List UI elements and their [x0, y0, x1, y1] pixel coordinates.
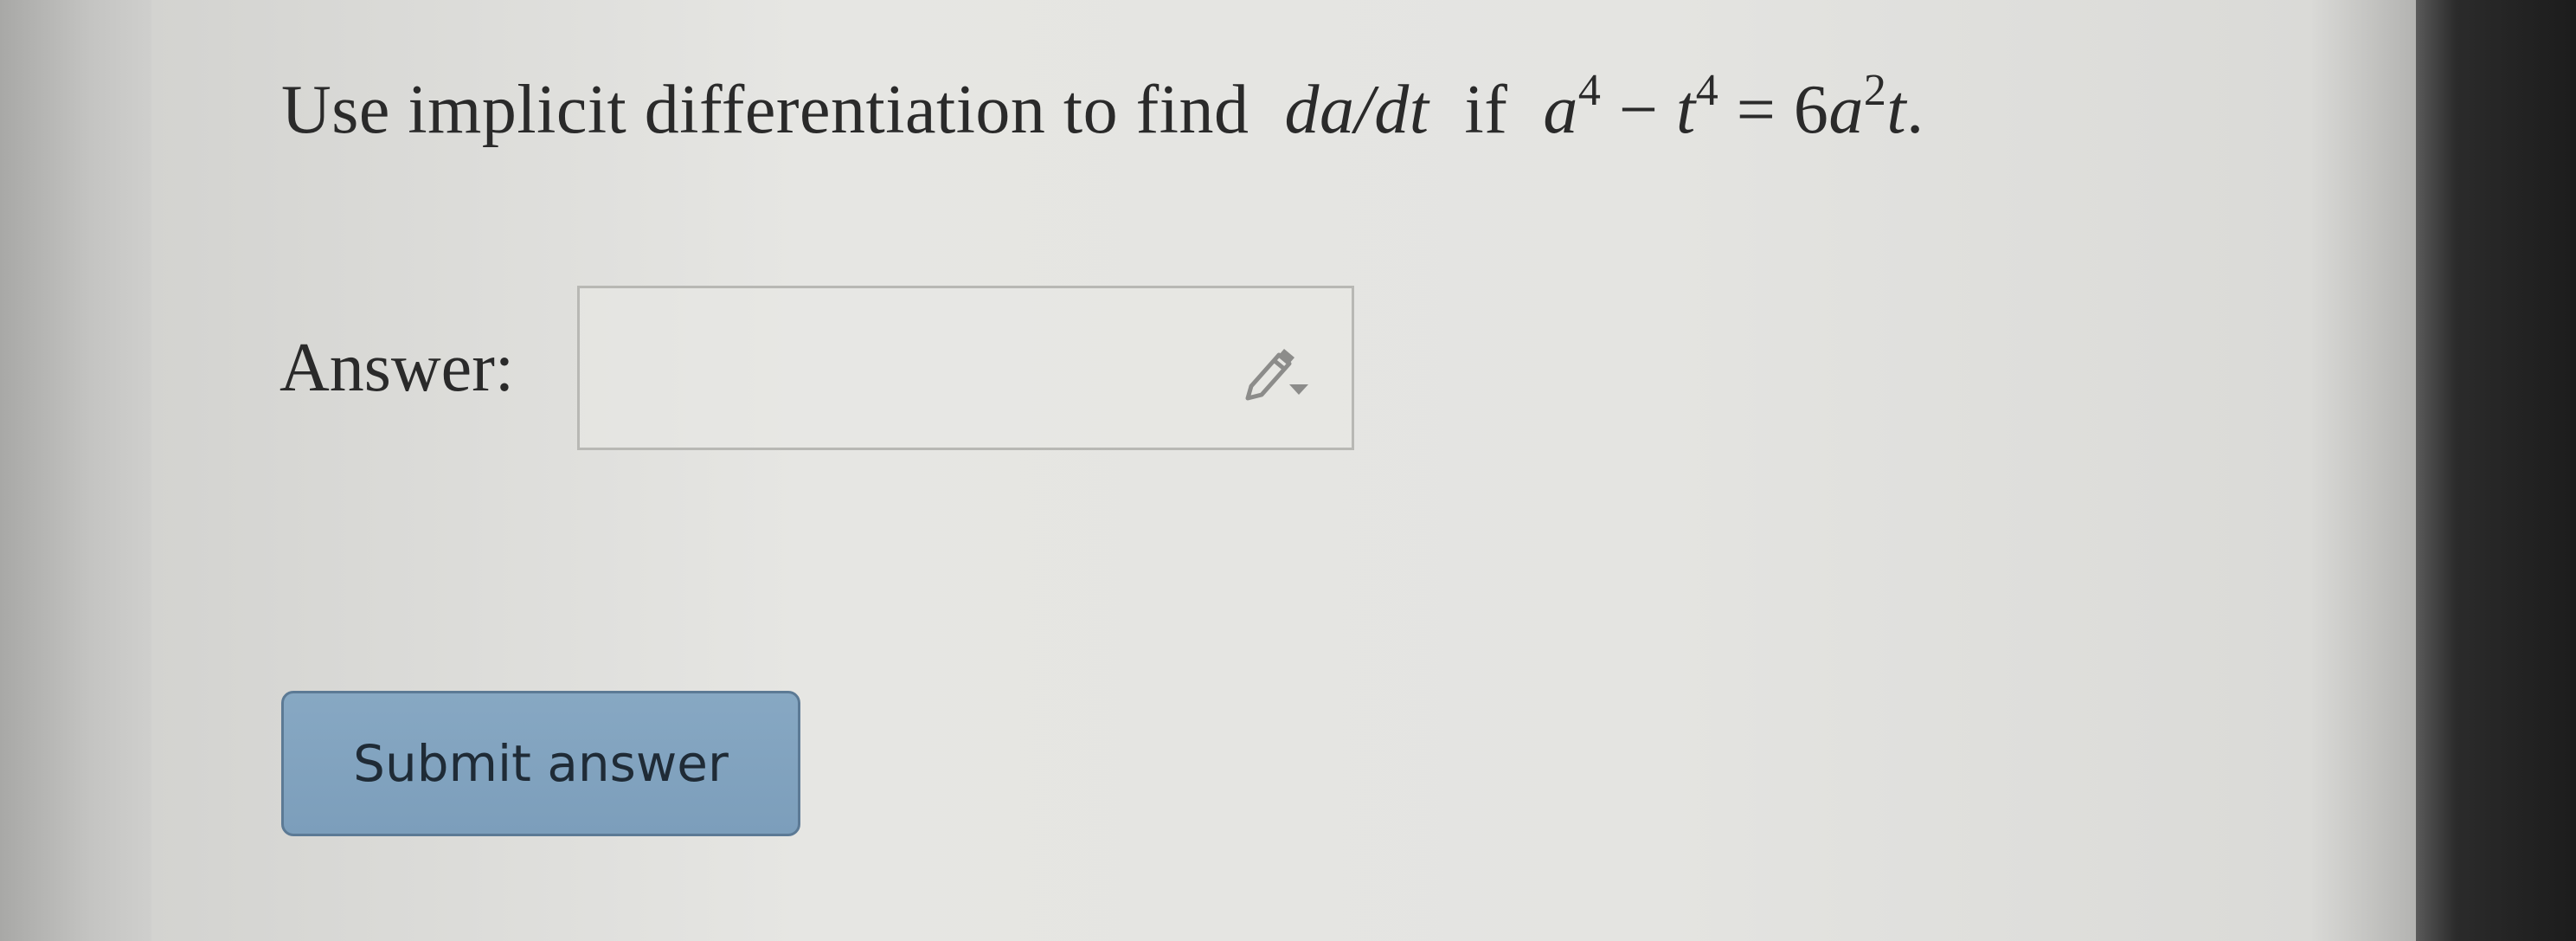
derivative-expression: da/dt [1284, 72, 1429, 148]
question-text: Use implicit differentiation to find da/… [281, 66, 1924, 150]
screen-right-shadow [2312, 0, 2416, 941]
pencil-dropdown-icon[interactable] [1239, 336, 1317, 405]
answer-input[interactable] [580, 288, 1352, 448]
screen-right-bezel [2416, 0, 2576, 941]
screen-left-margin [0, 0, 151, 941]
answer-field[interactable] [577, 286, 1354, 450]
question-connector: if [1464, 72, 1508, 148]
question-prefix: Use implicit differentiation to find [281, 72, 1249, 148]
answer-label: Answer: [279, 330, 515, 406]
question-panel: Use implicit differentiation to find da/… [151, 0, 2312, 941]
equation: a4 − t4 = 6a2t. [1543, 66, 1924, 149]
submit-answer-button[interactable]: Submit answer [281, 691, 800, 836]
